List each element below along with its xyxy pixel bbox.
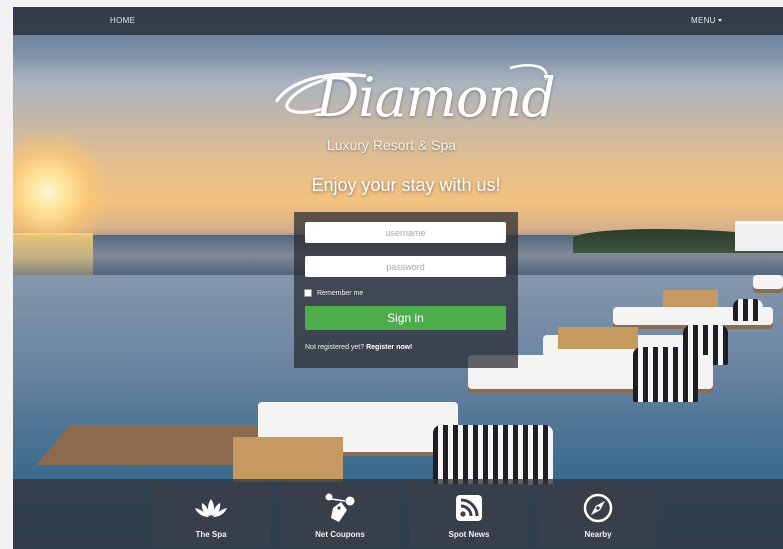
- tile-the-spa[interactable]: The Spa: [152, 484, 270, 546]
- lotus-icon: [152, 494, 270, 522]
- nav-home-link[interactable]: HOME: [110, 16, 135, 25]
- nav-menu-label: MENU: [691, 16, 716, 25]
- deck-table: [663, 290, 718, 308]
- register-text: Not registered yet? Register now!: [305, 344, 412, 351]
- tile-nearby[interactable]: Nearby: [539, 484, 657, 546]
- tile-label: Nearby: [584, 530, 612, 539]
- remember-me-label: Remember me: [317, 289, 364, 297]
- compass-icon: [539, 493, 657, 523]
- tile-net-coupons[interactable]: Net Coupons: [281, 484, 399, 546]
- tile-label: Net Coupons: [315, 530, 365, 539]
- remember-me: Remember me: [304, 289, 363, 297]
- brand-name: Diamond: [316, 66, 556, 129]
- lounger-pillow: [433, 425, 553, 485]
- register-prefix: Not registered yet?: [305, 344, 365, 351]
- username-input[interactable]: [305, 222, 506, 243]
- coupon-tag-icon: [281, 493, 399, 522]
- sign-in-button[interactable]: Sign in: [305, 306, 506, 330]
- register-link[interactable]: Register now!: [366, 344, 412, 351]
- sun-lounger: [753, 275, 783, 289]
- cabana: [735, 221, 783, 251]
- deck-table: [233, 437, 343, 482]
- top-navbar: HOME MENU: [13, 7, 783, 35]
- tile-label: The Spa: [195, 530, 227, 539]
- deck-table: [558, 327, 638, 349]
- tile-label: Spot News: [448, 530, 490, 539]
- brand-subtitle: Luxury Resort & Spa: [326, 137, 457, 153]
- tile-spot-news[interactable]: Spot News: [410, 484, 528, 546]
- brand-logo: Diamond: [270, 58, 560, 138]
- remember-me-checkbox[interactable]: [304, 289, 312, 297]
- rss-icon: [410, 494, 528, 522]
- lounger-pillow: [633, 347, 698, 402]
- caret-down-icon: [717, 19, 722, 22]
- nav-menu-dropdown[interactable]: MENU: [691, 16, 722, 25]
- login-panel: Remember me Sign in Not registered yet? …: [294, 212, 518, 368]
- password-input[interactable]: [305, 256, 506, 277]
- lounger-pillow: [733, 299, 763, 321]
- tagline: Enjoy your stay with us!: [311, 175, 501, 195]
